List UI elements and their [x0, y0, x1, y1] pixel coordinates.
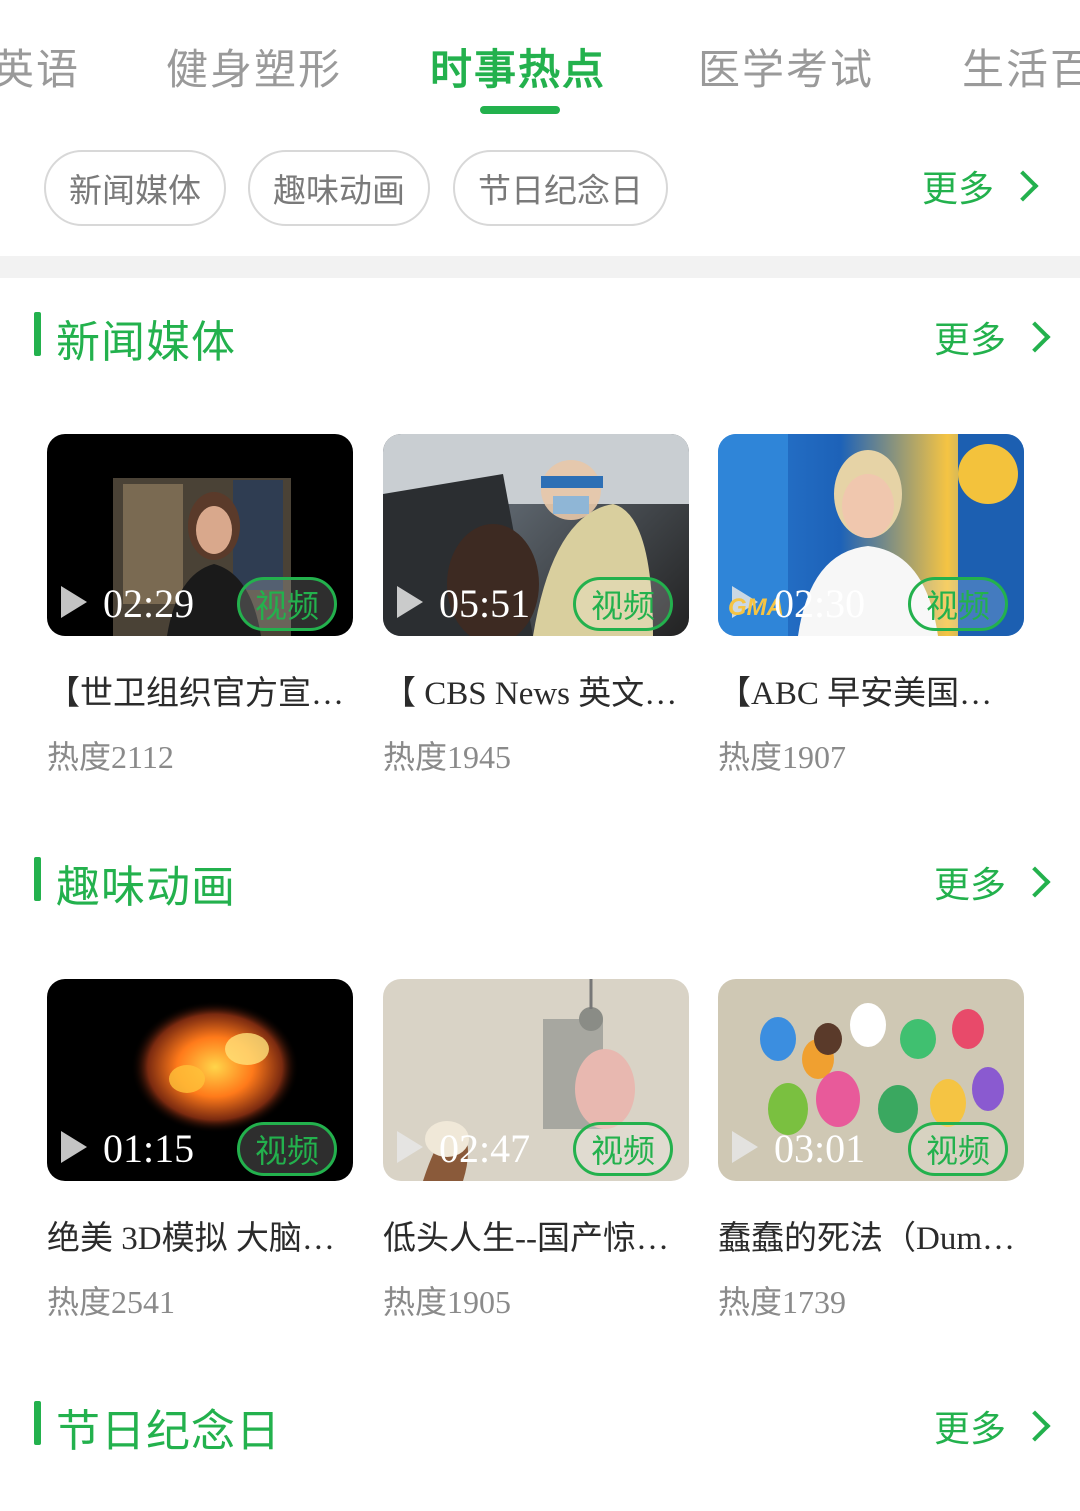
video-duration: 01:15 [103, 1126, 195, 1171]
section-title-holidays: 节日纪念日 [56, 1406, 281, 1457]
play-icon [61, 1131, 87, 1163]
more-label: 更多 [922, 169, 995, 210]
video-card[interactable]: 05:51 视频 【 CBS News 英文… 热度1945 [383, 434, 689, 775]
category-tab-bar: 英语 健身塑形 时事热点 医学考试 生活百 [0, 0, 1080, 130]
video-title[interactable]: 【世卫组织官方宣… [47, 666, 353, 714]
video-title[interactable]: 【 CBS News 英文… [383, 666, 689, 714]
chevron-right-icon [1019, 1410, 1051, 1442]
more-label: 更多 [934, 1409, 1007, 1450]
filter-chip-fun-animation[interactable]: 趣味动画 [248, 150, 430, 226]
more-label: 更多 [934, 320, 1007, 361]
video-tag: 视频 [237, 577, 337, 631]
video-card[interactable]: 01:15 视频 绝美 3D模拟 大脑… 热度2541 [47, 979, 353, 1320]
filter-chip-news-media[interactable]: 新闻媒体 [44, 150, 226, 226]
play-icon [732, 1131, 758, 1163]
video-thumbnail[interactable]: GMA 02:30 视频 [718, 434, 1024, 636]
chevron-right-icon [1019, 321, 1051, 353]
video-card[interactable]: 03:01 视频 蠢蠢的死法（Dum… 热度1739 [718, 979, 1024, 1320]
video-thumbnail[interactable]: 03:01 视频 [718, 979, 1024, 1181]
active-tab-indicator [480, 106, 560, 114]
video-tag: 视频 [237, 1122, 337, 1176]
section-title-fun-animation: 趣味动画 [56, 862, 236, 913]
video-card[interactable]: 02:29 视频 【世卫组织官方宣… 热度2112 [47, 434, 353, 775]
play-icon [397, 1131, 423, 1163]
chevron-right-icon [1019, 866, 1051, 898]
section-divider [0, 256, 1080, 278]
chevron-right-icon [1007, 170, 1039, 202]
video-duration: 02:47 [439, 1126, 531, 1171]
tab-fitness[interactable]: 健身塑形 [166, 36, 342, 97]
filters-more-button[interactable]: 更多 [922, 160, 1039, 212]
video-duration: 05:51 [439, 581, 531, 626]
video-title[interactable]: 低头人生--国产惊… [383, 1211, 689, 1259]
video-tag: 视频 [908, 1122, 1008, 1176]
video-popularity: 热度1945 [383, 739, 512, 775]
video-thumbnail[interactable]: 02:47 视频 [383, 979, 689, 1181]
video-tag: 视频 [573, 577, 673, 631]
section-accent-bar [34, 312, 41, 356]
section-accent-bar [34, 1401, 41, 1445]
video-tag: 视频 [573, 1122, 673, 1176]
section-more-button-holidays[interactable]: 更多 [934, 1400, 1051, 1452]
video-duration: 03:01 [774, 1126, 866, 1171]
video-card[interactable]: 02:47 视频 低头人生--国产惊… 热度1905 [383, 979, 689, 1320]
section-more-button-animation[interactable]: 更多 [934, 856, 1051, 908]
more-label: 更多 [934, 865, 1007, 906]
tab-english[interactable]: 英语 [0, 36, 80, 97]
video-tag: 视频 [908, 577, 1008, 631]
video-popularity: 热度1739 [718, 1284, 847, 1320]
filter-chip-holidays[interactable]: 节日纪念日 [453, 150, 668, 226]
tab-medical-exam[interactable]: 医学考试 [698, 36, 874, 97]
section-title-news-media: 新闻媒体 [56, 317, 236, 368]
video-popularity: 热度2112 [47, 739, 174, 775]
video-popularity: 热度1907 [718, 739, 847, 775]
video-duration: 02:30 [774, 581, 866, 626]
video-popularity: 热度1905 [383, 1284, 512, 1320]
play-icon [61, 586, 87, 618]
play-icon [397, 586, 423, 618]
video-card[interactable]: GMA 02:30 视频 【ABC 早安美国… 热度1907 [718, 434, 1024, 775]
video-duration: 02:29 [103, 581, 195, 626]
video-thumbnail[interactable]: 05:51 视频 [383, 434, 689, 636]
section-accent-bar [34, 857, 41, 901]
video-thumbnail[interactable]: 01:15 视频 [47, 979, 353, 1181]
video-title[interactable]: 绝美 3D模拟 大脑… [47, 1211, 353, 1259]
tab-life[interactable]: 生活百 [962, 36, 1080, 97]
video-popularity: 热度2541 [47, 1284, 176, 1320]
tab-current-affairs[interactable]: 时事热点 [430, 36, 606, 97]
video-title[interactable]: 蠢蠢的死法（Dum… [718, 1211, 1024, 1259]
video-thumbnail[interactable]: 02:29 视频 [47, 434, 353, 636]
video-title[interactable]: 【ABC 早安美国… [718, 666, 1024, 714]
section-more-button-news[interactable]: 更多 [934, 311, 1051, 363]
